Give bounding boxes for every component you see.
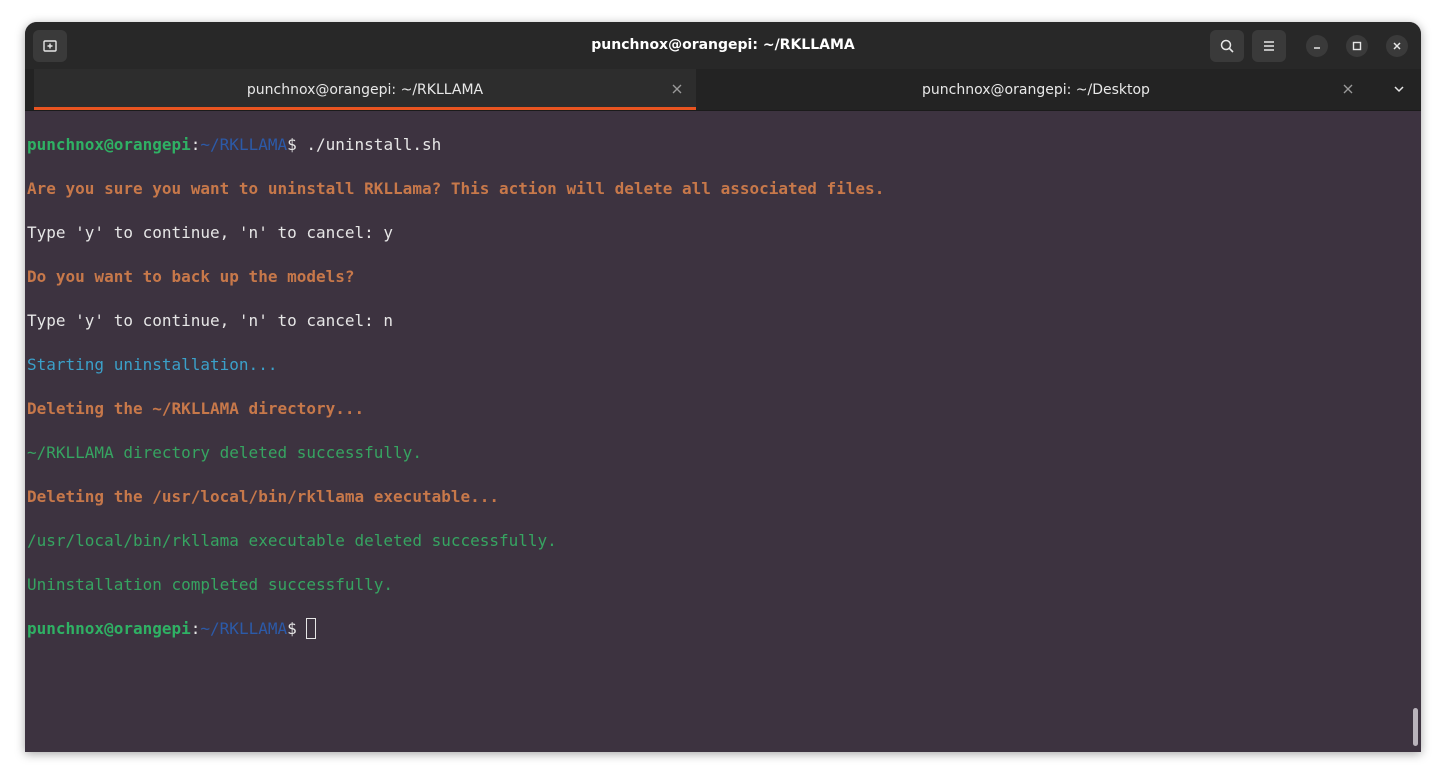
output-line: Uninstallation completed successfully. (27, 575, 394, 594)
maximize-button[interactable] (1346, 35, 1368, 57)
active-tab-indicator (34, 107, 696, 110)
prompt-user: punchnox@orangepi (27, 619, 191, 638)
output-line: Type 'y' to continue, 'n' to cancel: y (27, 223, 394, 242)
new-tab-icon (43, 40, 57, 52)
output-line: ~/RKLLAMA directory deleted successfully… (27, 443, 422, 462)
prompt-symbol: $ (287, 619, 307, 638)
close-button[interactable] (1386, 35, 1408, 57)
hamburger-menu-icon (1264, 41, 1274, 51)
terminal-output[interactable]: punchnox@orangepi:~/RKLLAMA$ ./uninstall… (25, 111, 1421, 752)
output-line: Do you want to back up the models? (27, 267, 355, 286)
output-line: /usr/local/bin/rkllama executable delete… (27, 531, 557, 550)
command-text: ./uninstall.sh (306, 135, 442, 154)
output-line: Are you sure you want to uninstall RKLLa… (27, 179, 885, 198)
minimize-icon (1314, 47, 1320, 49)
output-line: Starting uninstallation... (27, 355, 278, 374)
prompt-separator: : (190, 619, 201, 638)
prompt-path: ~/RKLLAMA (200, 619, 288, 638)
prompt-symbol: $ (287, 135, 307, 154)
chevron-down-icon (1394, 86, 1404, 93)
new-tab-button[interactable] (33, 30, 67, 62)
prompt-path: ~/RKLLAMA (200, 135, 288, 154)
tab-desktop-close-button[interactable] (1340, 81, 1356, 97)
terminal-window: punchnox@orangepi: ~/RKLLAMA punchnox@or… (25, 22, 1421, 752)
tab-rkllama[interactable]: punchnox@orangepi: ~/RKLLAMA (34, 69, 696, 110)
close-icon (672, 84, 682, 94)
close-icon (1393, 42, 1401, 50)
minimize-button[interactable] (1306, 35, 1328, 57)
maximize-icon (1352, 41, 1362, 51)
prompt-user: punchnox@orangepi (27, 135, 191, 154)
prompt-line: punchnox@orangepi:~/RKLLAMA$ (27, 618, 1421, 640)
tab-list-button[interactable] (1391, 81, 1407, 97)
tab-bar: punchnox@orangepi: ~/RKLLAMA punchnox@or… (25, 69, 1421, 111)
scrollbar[interactable] (1413, 708, 1418, 746)
prompt-separator: : (190, 135, 201, 154)
search-icon (1220, 39, 1234, 53)
close-icon (1343, 84, 1353, 94)
tab-label: punchnox@orangepi: ~/RKLLAMA (246, 81, 484, 98)
text-cursor (306, 618, 317, 639)
tab-label: punchnox@orangepi: ~/Desktop (922, 81, 1150, 98)
output-line: Type 'y' to continue, 'n' to cancel: n (27, 311, 394, 330)
search-button[interactable] (1210, 30, 1244, 62)
output-line: Deleting the /usr/local/bin/rkllama exec… (27, 487, 500, 506)
titlebar: punchnox@orangepi: ~/RKLLAMA (25, 22, 1421, 69)
menu-button[interactable] (1252, 30, 1286, 62)
output-line: Deleting the ~/RKLLAMA directory... (27, 399, 365, 418)
tab-desktop[interactable]: punchnox@orangepi: ~/Desktop (705, 69, 1367, 110)
tab-rkllama-close-button[interactable] (669, 81, 685, 97)
prompt-line: punchnox@orangepi:~/RKLLAMA$ ./uninstall… (27, 134, 1421, 156)
